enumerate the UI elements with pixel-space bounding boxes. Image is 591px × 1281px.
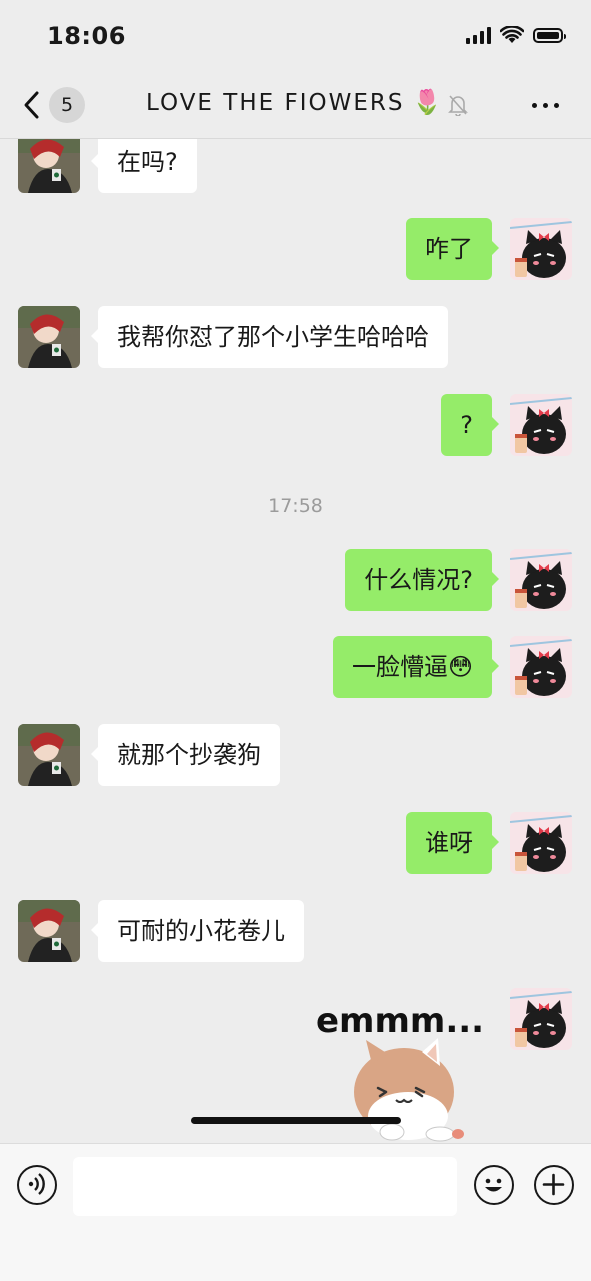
message-input-bar <box>0 1143 591 1281</box>
status-bar: 18:06 <box>0 0 591 74</box>
my-avatar[interactable] <box>510 636 572 698</box>
home-indicator[interactable] <box>191 1117 401 1124</box>
outgoing-message-bubble[interactable]: 一脸懵逼😳 <box>332 636 500 698</box>
my-avatar[interactable] <box>510 218 572 280</box>
my-avatar[interactable] <box>510 549 572 611</box>
message-text-field[interactable] <box>73 1157 457 1216</box>
friend-avatar[interactable] <box>18 900 80 962</box>
incoming-message-bubble[interactable]: 就那个抄袭狗 <box>91 724 280 786</box>
chat-header: 5 LOVE THE FIOWERS 🌷 <box>0 74 591 139</box>
outgoing-message-bubble[interactable]: ? <box>441 394 499 456</box>
tulip-emoji: 🌷 <box>412 88 442 116</box>
more-options-icon[interactable] <box>532 103 559 108</box>
incoming-message-bubble[interactable]: 我帮你怼了那个小学生哈哈哈 <box>91 306 448 368</box>
add-attachment-icon[interactable] <box>534 1165 574 1205</box>
my-avatar[interactable] <box>510 988 572 1050</box>
outgoing-message-bubble[interactable]: 咋了 <box>406 218 499 280</box>
friend-avatar[interactable] <box>18 139 80 193</box>
incoming-message-bubble[interactable]: 在吗? <box>91 139 197 193</box>
my-avatar[interactable] <box>510 394 572 456</box>
message-timestamp: 17:58 <box>268 495 323 517</box>
status-time: 18:06 <box>47 22 126 50</box>
unread-count-badge[interactable]: 5 <box>49 87 85 123</box>
friend-avatar[interactable] <box>18 724 80 786</box>
muted-bell-icon <box>448 95 468 116</box>
my-avatar[interactable] <box>510 812 572 874</box>
friend-avatar[interactable] <box>18 306 80 368</box>
outgoing-message-bubble[interactable]: 谁呀 <box>406 812 499 874</box>
battery-icon <box>533 27 566 43</box>
cellular-signal-icon <box>466 26 491 44</box>
voice-input-icon[interactable] <box>17 1165 57 1205</box>
back-arrow-icon[interactable] <box>22 90 42 120</box>
message-list[interactable]: 在吗? 咋了 我帮你怼了那个小学生哈哈哈 ? 17:58 什么情况? 一脸懵逼😳 <box>0 139 591 1143</box>
emoji-icon[interactable] <box>474 1165 514 1205</box>
chat-title: LOVE THE FIOWERS <box>146 90 405 116</box>
incoming-message-bubble[interactable]: 可耐的小花卷儿 <box>91 900 304 962</box>
sticker-caption: emmm... <box>316 1001 484 1041</box>
wifi-icon <box>500 26 524 43</box>
outgoing-message-bubble[interactable]: 什么情况? <box>345 549 499 611</box>
